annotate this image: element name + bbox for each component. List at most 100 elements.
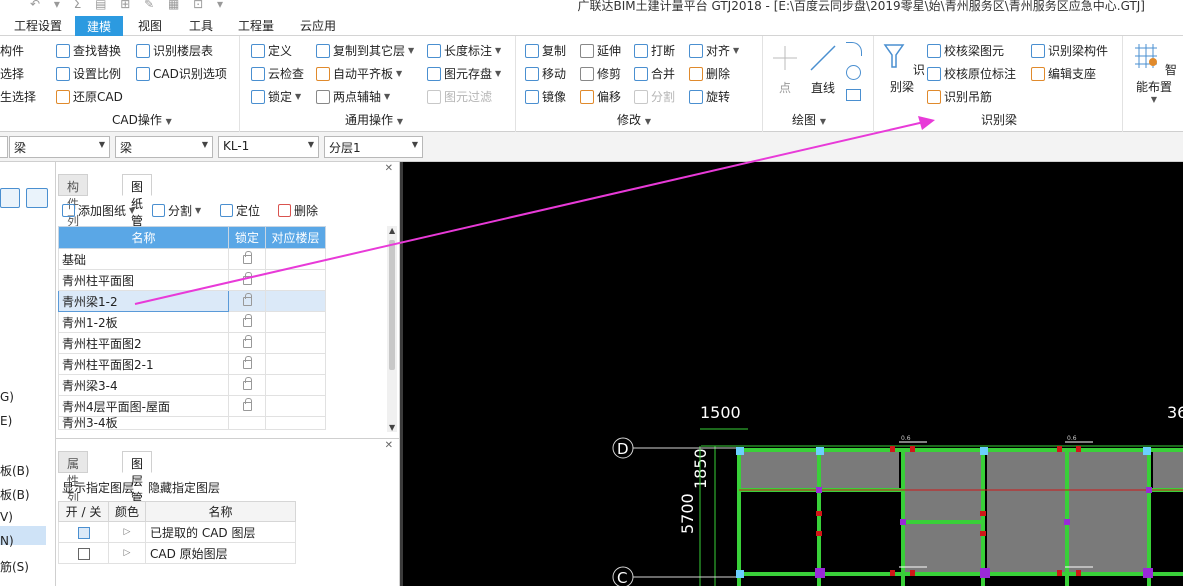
lock-icon[interactable] <box>242 251 252 264</box>
lock-icon[interactable] <box>242 377 252 390</box>
element-storage-button[interactable]: 图元存盘 ▼ <box>427 65 501 82</box>
delete-button[interactable]: 删除 <box>689 65 730 82</box>
select-component-partial[interactable]: 构件 <box>0 42 24 59</box>
table-row[interactable]: 青州3-4板 <box>58 416 326 430</box>
table-row-selected[interactable]: 青州梁1-2 <box>58 290 326 312</box>
nav-item[interactable]: G) <box>0 390 14 404</box>
check-beam-elements-button[interactable]: 校核梁图元 <box>927 42 1004 59</box>
hide-layer-button[interactable]: 隐藏指定图层 <box>148 479 220 496</box>
lock-icon[interactable] <box>242 398 252 411</box>
scroll-up-icon[interactable]: ▲ <box>389 226 395 235</box>
line-button[interactable]: 直线 <box>806 44 840 96</box>
nav-item[interactable]: E) <box>0 414 12 428</box>
close-icon[interactable]: ✕ <box>385 440 393 451</box>
tab-layer-management[interactable]: 图层管理 <box>122 451 153 522</box>
nav-item[interactable]: N) <box>0 534 14 548</box>
rectangle-icon[interactable] <box>846 89 861 101</box>
lock-icon[interactable] <box>242 272 252 285</box>
find-replace-button[interactable]: 查找替换 <box>56 42 121 59</box>
break-button[interactable]: 打断 <box>634 42 675 59</box>
floor-cell[interactable] <box>265 374 326 396</box>
lock-icon[interactable] <box>242 314 252 327</box>
table-row[interactable]: 青州1-2板 <box>58 311 326 333</box>
rotate-button[interactable]: 旋转 <box>689 88 730 105</box>
scroll-down-icon[interactable]: ▼ <box>389 423 395 432</box>
batch-select-partial[interactable]: 生选择 <box>0 88 36 105</box>
length-dim-button[interactable]: 长度标注 ▼ <box>427 42 501 59</box>
add-drawing-button[interactable]: 添加图纸 ▼ <box>62 202 135 219</box>
nav-item[interactable]: 筋(S) <box>0 558 29 575</box>
table-row[interactable]: 青州柱平面图2 <box>58 332 326 354</box>
nav-item[interactable]: 板(B) <box>0 486 30 503</box>
cad-drawing-canvas[interactable]: 1500 36 1850 5700 D C 0.6 0.6 <box>400 162 1183 586</box>
trim-button[interactable]: 修剪 <box>580 65 621 82</box>
nav-item[interactable]: V) <box>0 510 13 524</box>
table-row[interactable]: 青州梁3-4 <box>58 374 326 396</box>
point-button[interactable]: 点 <box>770 44 800 96</box>
tab-component-list[interactable]: 构件列表 <box>58 174 89 245</box>
layer-select[interactable]: 分层1 ▼ <box>324 136 423 158</box>
tab-property-list[interactable]: 属性列表 <box>58 451 89 522</box>
cad-group-label[interactable]: CAD操作 ▼ <box>112 111 172 128</box>
table-row[interactable]: 青州柱平面图2-1 <box>58 353 326 375</box>
extend-button[interactable]: 延伸 <box>580 42 621 59</box>
select-partial[interactable]: 选择 <box>0 65 24 82</box>
locate-button[interactable]: 定位 <box>220 202 260 219</box>
menu-cloud[interactable]: 云应用 <box>300 17 336 34</box>
check-in-situ-dim-button[interactable]: 校核原位标注 <box>927 65 1016 82</box>
category-select[interactable]: 梁 ▼ <box>9 136 110 158</box>
close-icon[interactable]: ✕ <box>385 163 393 174</box>
two-point-axis-button[interactable]: 两点辅轴 ▼ <box>316 88 390 105</box>
offset-button[interactable]: 偏移 <box>580 88 621 105</box>
copy-to-other-floor-button[interactable]: 复制到其它层 ▼ <box>316 42 414 59</box>
cad-drawing[interactable]: 1500 36 1850 5700 D C 0.6 0.6 <box>403 162 1183 586</box>
edit-support-button[interactable]: 编辑支座 <box>1031 65 1096 82</box>
floor-cell[interactable] <box>265 290 326 312</box>
element-filter-button[interactable]: 图元过滤 <box>427 88 492 105</box>
identify-beam-component-button[interactable]: 识别梁构件 <box>1031 42 1108 59</box>
menu-project-settings[interactable]: 工程设置 <box>14 17 62 34</box>
drawing-table-scrollbar[interactable]: ▲ ▼ <box>387 226 397 432</box>
expand-icon[interactable]: ▷ <box>108 542 146 564</box>
align-button[interactable]: 对齐 ▼ <box>689 42 739 59</box>
auto-flush-slab-button[interactable]: 自动平齐板 ▼ <box>316 65 402 82</box>
cad-identify-options-button[interactable]: CAD识别选项 <box>136 65 227 82</box>
menu-view[interactable]: 视图 <box>138 17 162 34</box>
expand-icon[interactable]: ▷ <box>108 521 146 543</box>
layer-toggle-checkbox[interactable] <box>77 547 90 560</box>
circle-icon[interactable] <box>846 65 861 80</box>
table-row[interactable]: 基础 <box>58 248 326 270</box>
table-row[interactable]: 青州柱平面图 <box>58 269 326 291</box>
component-select[interactable]: KL-1 ▼ <box>218 136 319 158</box>
lock-button[interactable]: 锁定 ▼ <box>251 88 301 105</box>
lock-icon[interactable] <box>242 335 252 348</box>
draw-group-label[interactable]: 绘图 ▼ <box>792 111 826 128</box>
split-drawing-button[interactable]: 分割 ▼ <box>152 202 201 219</box>
scrollbar-thumb[interactable] <box>389 240 395 370</box>
arc-icon[interactable] <box>846 42 862 56</box>
cloud-check-button[interactable]: 云检查 <box>251 65 304 82</box>
layer-toggle-checkbox[interactable] <box>77 526 90 539</box>
floor-cell[interactable] <box>265 395 326 417</box>
detail-view-icon[interactable] <box>26 188 48 208</box>
set-scale-button[interactable]: 设置比例 <box>56 65 121 82</box>
menu-quantities[interactable]: 工程量 <box>238 17 274 34</box>
restore-cad-button[interactable]: 还原CAD <box>56 88 123 105</box>
tab-drawing-management[interactable]: 图纸管理 <box>122 174 153 245</box>
floor-cell[interactable] <box>265 311 326 333</box>
delete-drawing-button[interactable]: 删除 <box>278 202 318 219</box>
list-view-icon[interactable] <box>0 188 20 208</box>
nav-item[interactable]: 板(B) <box>0 462 30 479</box>
identify-beam-button[interactable]: 识别梁 <box>879 42 925 95</box>
table-row[interactable]: 青州4层平面图-屋面 <box>58 395 326 417</box>
mirror-button[interactable]: 镜像 <box>525 88 566 105</box>
table-row[interactable]: ▷ CAD 原始图层 <box>58 542 296 564</box>
lock-icon[interactable] <box>242 356 252 369</box>
floor-cell[interactable] <box>265 353 326 375</box>
partial-select-left[interactable] <box>0 136 8 158</box>
split-button[interactable]: 分割 <box>634 88 675 105</box>
copy-button[interactable]: 复制 <box>525 42 566 59</box>
merge-button[interactable]: 合并 <box>634 65 675 82</box>
smart-layout-button[interactable]: 智能布置 ▼ <box>1128 42 1180 104</box>
floor-cell[interactable] <box>265 269 326 291</box>
